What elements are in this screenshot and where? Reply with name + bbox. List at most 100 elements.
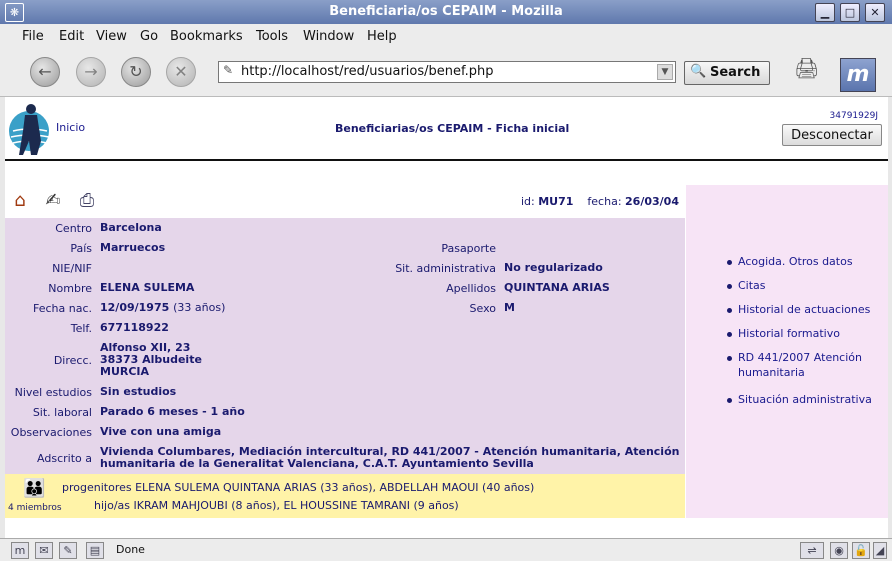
action-icon-row: ⌂ ✍ ⎙ id: MU71 fecha: 26/03/04: [5, 185, 685, 217]
print-toolbar-icon[interactable]: 🖨: [794, 56, 820, 82]
search-button-label: Search: [710, 65, 761, 80]
field-label: Centro: [55, 222, 92, 235]
field-value: M: [504, 301, 515, 314]
family-icon[interactable]: 👪: [23, 478, 45, 499]
page-content: Inicio Beneficiarias/os CEPAIM - Ficha i…: [5, 97, 888, 538]
children-line: hijo/as IKRAM MAHJOUBI (8 años), EL HOUS…: [94, 499, 459, 512]
security-icon[interactable]: ◉: [830, 542, 848, 559]
menu-view[interactable]: View: [96, 29, 127, 44]
forward-button[interactable]: →: [76, 57, 106, 87]
mozilla-icon[interactable]: m: [11, 542, 29, 559]
family-count: 4 miembros: [8, 503, 62, 513]
field-value: 677118922: [100, 321, 169, 334]
edit-icon[interactable]: ✍: [42, 190, 64, 212]
navigation-toolbar: ← → ↻ ✕ ✎ ▼ 🔍 Search 🖨 m: [0, 48, 892, 97]
status-bar: m ✉ ✎ ▤ Done ⇌ ◉ 🔓 ◢: [0, 538, 892, 561]
parents-label: progenitores: [62, 481, 132, 494]
sidebar-link-citas[interactable]: Citas: [727, 278, 884, 293]
field-value: No regularizado: [504, 261, 603, 274]
field-label: Sit. laboral: [32, 406, 92, 419]
fecha-label: fecha:: [587, 195, 622, 208]
children-names: IKRAM MAHJOUBI (8 años), EL HOUSSINE TAM…: [133, 499, 459, 512]
field-label: Sexo: [469, 302, 496, 315]
field-label: Apellidos: [446, 282, 496, 295]
mozilla-throbber-icon[interactable]: m: [840, 58, 876, 92]
family-panel: 👪 4 miembros progenitores ELENA SULEMA Q…: [5, 474, 685, 518]
inicio-link[interactable]: Inicio: [56, 121, 85, 134]
maximize-button[interactable]: □: [840, 3, 860, 22]
field-label: País: [70, 242, 92, 255]
resize-grip-icon[interactable]: ◢: [873, 542, 887, 559]
beneficiary-details: Centro Barcelona País Marruecos Pasaport…: [5, 218, 685, 474]
window-title: Beneficiaria/os CEPAIM - Mozilla: [329, 4, 563, 19]
forward-arrow-icon: →: [84, 62, 98, 81]
field-label: Nivel estudios: [14, 386, 92, 399]
field-label: Adscrito a: [37, 452, 92, 465]
field-label: Pasaporte: [441, 242, 496, 255]
age: (33 años): [173, 301, 226, 314]
parents-line: progenitores ELENA SULEMA QUINTANA ARIAS…: [62, 481, 534, 494]
field-value: Barcelona: [100, 221, 162, 234]
menu-file[interactable]: File: [22, 29, 44, 44]
menu-bookmarks[interactable]: Bookmarks: [170, 29, 243, 44]
page-header: Inicio Beneficiarias/os CEPAIM - Ficha i…: [5, 97, 888, 161]
sidebar-link-situacion-administrativa[interactable]: Situación administrativa: [727, 392, 884, 407]
field-value: 12/09/1975 (33 años): [100, 302, 225, 314]
menu-window[interactable]: Window: [303, 29, 354, 44]
status-text: Done: [116, 543, 145, 556]
field-label: Direcc.: [53, 354, 92, 367]
menu-edit[interactable]: Edit: [59, 29, 84, 44]
children-label: hijo/as: [94, 499, 130, 512]
minimize-button[interactable]: ▁: [815, 3, 835, 22]
back-arrow-icon: ←: [38, 62, 52, 81]
menu-tools[interactable]: Tools: [256, 29, 288, 44]
field-value: Parado 6 meses - 1 año: [100, 405, 245, 418]
search-icon: 🔍: [690, 64, 707, 79]
field-label: Sit. administrativa: [395, 262, 496, 275]
menu-bar: File Edit View Go Bookmarks Tools Window…: [0, 24, 892, 48]
birth-date: 12/09/1975: [100, 301, 170, 314]
field-label: Observaciones: [10, 426, 92, 439]
reload-icon: ↻: [129, 62, 143, 81]
page-title: Beneficiarias/os CEPAIM - Ficha inicial: [335, 122, 570, 135]
print-icon[interactable]: ⎙: [76, 190, 98, 212]
fecha-value: 26/03/04: [625, 195, 679, 208]
menu-go[interactable]: Go: [140, 29, 158, 44]
home-icon[interactable]: ⌂: [9, 190, 31, 212]
cepaim-logo-icon: [9, 104, 50, 155]
record-id-date: id: MU71 fecha: 26/03/04: [521, 195, 679, 208]
adscrito-line-2: humanitaria de la Generalitat Valenciana…: [100, 457, 534, 470]
sidebar: Acogida. Otros datos Citas Historial de …: [686, 185, 888, 518]
field-label: Fecha nac.: [32, 302, 92, 315]
search-button[interactable]: 🔍 Search: [684, 61, 770, 85]
back-button[interactable]: ←: [30, 57, 60, 87]
url-input[interactable]: [241, 63, 651, 79]
connection-icon: ⇌: [800, 542, 824, 559]
menu-help[interactable]: Help: [367, 29, 397, 44]
composer-icon[interactable]: ✎: [59, 542, 77, 559]
field-value: ELENA SULEMA: [100, 281, 195, 294]
lock-icon[interactable]: 🔓: [852, 542, 870, 559]
field-label: Nombre: [48, 282, 92, 295]
url-bar[interactable]: ✎ ▼: [218, 61, 676, 83]
reload-button[interactable]: ↻: [121, 57, 151, 87]
url-dropdown-icon[interactable]: ▼: [657, 64, 673, 80]
disconnect-button[interactable]: Desconectar: [782, 124, 882, 146]
field-label: NIE/NIF: [52, 262, 92, 275]
address-line-3: MURCIA: [100, 365, 150, 378]
sidebar-link-historial-formativo[interactable]: Historial formativo: [727, 326, 884, 341]
mail-icon[interactable]: ✉: [35, 542, 53, 559]
sidebar-link-acogida[interactable]: Acogida. Otros datos: [727, 254, 884, 269]
id-label: id:: [520, 195, 535, 208]
browser-window: ❋ Beneficiaria/os CEPAIM - Mozilla ▁ □ ✕…: [0, 0, 892, 561]
address-book-icon[interactable]: ▤: [86, 542, 104, 559]
title-bar: ❋ Beneficiaria/os CEPAIM - Mozilla ▁ □ ✕: [0, 0, 892, 24]
field-value: Vive con una amiga: [100, 425, 222, 438]
sidebar-link-rd-441[interactable]: RD 441/2007 Atención humanitaria: [727, 350, 884, 380]
field-value: Sin estudios: [100, 385, 177, 398]
close-button[interactable]: ✕: [865, 3, 885, 22]
sidebar-link-historial-actuaciones[interactable]: Historial de actuaciones: [727, 302, 884, 317]
stop-button[interactable]: ✕: [166, 57, 196, 87]
stop-icon: ✕: [174, 62, 188, 81]
field-label: Telf.: [70, 322, 92, 335]
